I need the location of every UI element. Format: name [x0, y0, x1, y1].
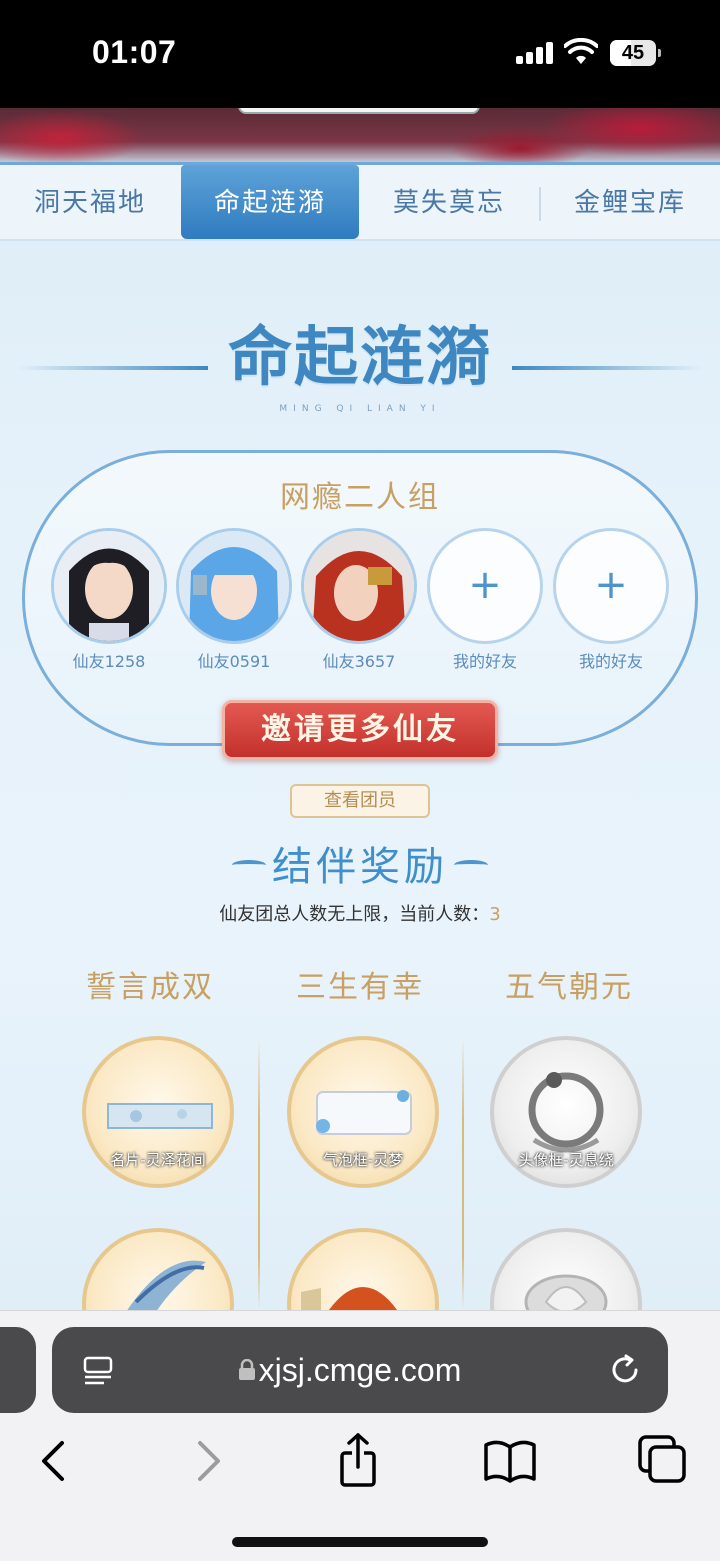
column-divider	[462, 1038, 464, 1310]
team-member[interactable]: 仙友0591	[176, 528, 292, 672]
reward-art	[301, 1287, 397, 1310]
reward-column-title: 三生有幸	[296, 970, 424, 1005]
avatar	[176, 528, 292, 644]
add-friend-slot[interactable]: + 我的好友	[553, 528, 669, 672]
reward-item[interactable]	[490, 1228, 642, 1310]
member-name: 仙友0591	[197, 652, 271, 671]
reward-item[interactable]	[287, 1228, 439, 1310]
banner-handle	[238, 108, 480, 114]
count-label: 仙友团总人数无上限，当前人数：	[219, 904, 490, 925]
status-time: 01:07	[92, 34, 177, 70]
status-bar: 01:07 45	[0, 0, 720, 108]
reward-label: 名片-灵泽花间	[110, 1151, 206, 1169]
tab-moshimowang[interactable]: 莫失莫忘	[360, 165, 538, 241]
reward-item[interactable]: 气泡框-灵梦	[287, 1036, 439, 1188]
section-subtitle: MING QI LIAN YI	[279, 404, 441, 414]
reward-art	[524, 1274, 608, 1310]
section-title: 命起涟漪	[228, 320, 492, 395]
reward-art	[127, 1260, 206, 1310]
member-name: 仙友1258	[72, 652, 146, 671]
browser-toolbar: xjsj.cmge.com	[0, 1310, 720, 1561]
reward-column-title: 五气朝元	[505, 970, 633, 1005]
reward-column-title: 誓言成双	[86, 970, 214, 1005]
rewards-title: 结伴奖励	[272, 844, 448, 890]
invite-more-friends-button[interactable]: 邀请更多仙友	[222, 700, 498, 760]
previous-tab-preview[interactable]	[0, 1327, 36, 1413]
member-name: 仙友3657	[322, 652, 396, 671]
tabs-overview-icon[interactable]	[632, 1431, 692, 1491]
tab-dongtianfudi[interactable]: 洞天福地	[0, 165, 180, 241]
avatar	[301, 528, 417, 644]
share-icon[interactable]	[328, 1431, 388, 1491]
avatar	[51, 528, 167, 644]
cellular-signal-icon	[516, 42, 554, 64]
forward-icon[interactable]	[178, 1431, 238, 1491]
add-friend-button[interactable]: +	[427, 528, 543, 644]
member-count-text: 仙友团总人数无上限，当前人数：3	[0, 900, 720, 926]
member-portrait	[179, 531, 289, 641]
reward-item[interactable]	[82, 1228, 234, 1310]
bookmarks-icon[interactable]	[480, 1431, 540, 1491]
home-indicator[interactable]	[232, 1537, 488, 1547]
reward-item[interactable]: 头像框-灵息绕	[490, 1036, 642, 1188]
add-friend-button[interactable]: +	[553, 528, 669, 644]
member-portrait	[54, 531, 164, 641]
count-value: 3	[489, 904, 501, 925]
reload-icon[interactable]	[608, 1353, 642, 1387]
reward-item[interactable]: 名片-灵泽花间	[82, 1036, 234, 1188]
header-banner-image	[0, 108, 720, 165]
battery-level: 45	[621, 42, 645, 64]
team-member[interactable]: 仙友1258	[51, 528, 167, 672]
tab-mingqilianyi[interactable]: 命起涟漪	[181, 165, 359, 239]
reward-label: 气泡框-灵梦	[322, 1151, 404, 1169]
tab-jinlibaoku[interactable]: 金鲤宝库	[540, 165, 720, 241]
reward-label: 头像框-灵息绕	[518, 1151, 614, 1169]
member-portrait	[304, 531, 414, 641]
team-name: 网瘾二人组	[280, 480, 440, 515]
column-divider	[258, 1038, 260, 1310]
invite-button-label: 邀请更多仙友	[261, 712, 459, 747]
plus-icon: +	[594, 562, 628, 608]
address-bar[interactable]: xjsj.cmge.com	[52, 1327, 668, 1413]
add-friend-slot[interactable]: + 我的好友	[427, 528, 543, 672]
member-name: 我的好友	[578, 652, 643, 671]
battery-icon: 45	[610, 40, 661, 66]
web-page: 洞天福地 命起涟漪 莫失莫忘 金鲤宝库 命起涟漪 MING QI LIAN YI…	[0, 108, 720, 1310]
tab-bar: 洞天福地 命起涟漪 莫失莫忘 金鲤宝库	[0, 165, 720, 241]
url-text: xjsj.cmge.com	[258, 1352, 462, 1388]
view-members-button[interactable]: 查看团员	[290, 784, 430, 818]
wifi-icon	[564, 38, 598, 64]
member-name: 我的好友	[452, 652, 517, 671]
team-member[interactable]: 仙友3657	[301, 528, 417, 672]
back-icon[interactable]	[24, 1431, 84, 1491]
plus-icon: +	[468, 562, 502, 608]
